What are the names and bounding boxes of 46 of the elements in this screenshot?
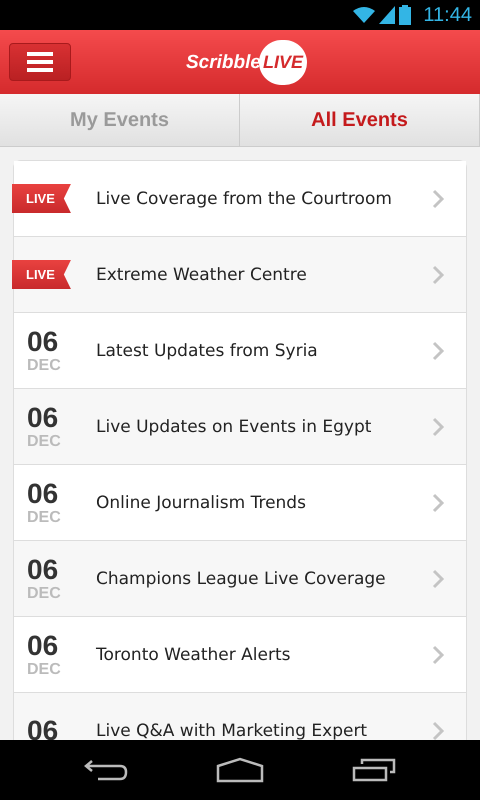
signal-icon	[379, 6, 396, 24]
wifi-icon	[353, 6, 376, 24]
event-title: Live Updates on Events in Egypt	[96, 416, 372, 436]
event-row[interactable]: 06 DEC Live Updates on Events in Egypt	[14, 389, 466, 465]
event-day: 06	[27, 554, 61, 584]
event-month: DEC	[27, 584, 61, 602]
event-month: DEC	[27, 660, 61, 678]
event-title: Latest Updates from Syria	[96, 340, 319, 360]
event-row[interactable]: 06 Live Q&A with Marketing Expert	[14, 693, 466, 740]
chevron-icon	[432, 644, 444, 664]
event-row[interactable]: 06 DEC Champions League Live Coverage	[14, 541, 466, 617]
event-title: Online Journalism Trends	[96, 492, 307, 512]
event-title: Toronto Weather Alerts	[96, 644, 292, 664]
chevron-icon	[432, 568, 444, 588]
event-day: 06	[27, 402, 61, 432]
menu-button[interactable]	[9, 43, 71, 81]
recent-apps-icon[interactable]	[352, 758, 396, 782]
battery-icon	[399, 5, 412, 25]
home-icon[interactable]	[216, 757, 264, 783]
status-time: 11:44	[423, 4, 472, 26]
event-month: DEC	[27, 356, 61, 374]
event-month: DEC	[27, 508, 61, 526]
chevron-icon	[432, 720, 444, 740]
event-day: 06	[27, 326, 61, 356]
event-day: 06	[27, 630, 61, 660]
event-day: 06	[27, 716, 58, 740]
live-ribbon: LIVE	[12, 184, 71, 213]
tab[interactable]: All Events	[240, 94, 480, 146]
chevron-icon	[432, 188, 444, 208]
event-row[interactable]: LIVE Extreme Weather Centre	[14, 237, 466, 313]
event-month: DEC	[27, 432, 61, 450]
chevron-icon	[432, 416, 444, 436]
logo-text: Scribble	[186, 52, 261, 74]
event-day: 06	[27, 478, 61, 508]
event-row[interactable]: LIVE Live Coverage from the Courtroom	[14, 161, 466, 237]
chevron-icon	[432, 264, 444, 284]
back-icon[interactable]	[84, 758, 128, 782]
event-title: Champions League Live Coverage	[96, 568, 387, 588]
event-title: Live Q&A with Marketing Expert	[96, 720, 368, 740]
live-ribbon: LIVE	[12, 260, 71, 289]
event-title: Extreme Weather Centre	[96, 264, 308, 284]
menu-icon	[27, 52, 53, 72]
event-title: Live Coverage from the Courtroom	[96, 188, 393, 208]
chevron-icon	[432, 340, 444, 360]
chevron-icon	[432, 492, 444, 512]
logo-badge: LIVE	[258, 40, 307, 85]
